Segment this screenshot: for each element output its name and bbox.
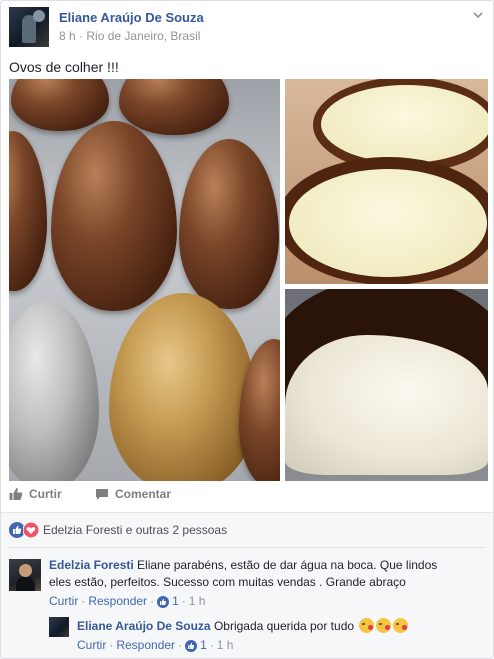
author-avatar[interactable] <box>9 7 49 47</box>
reactions-summary[interactable]: Edelzia Foresti e outras 2 pessoas <box>9 522 227 538</box>
kiss-emoji-icon <box>376 618 392 633</box>
reply-time[interactable]: 1 h <box>217 637 234 654</box>
kiss-emoji-icon <box>393 618 409 633</box>
replier-name[interactable]: Eliane Araújo De Souza <box>77 619 211 633</box>
post-photo-egg-slice[interactable] <box>285 289 488 481</box>
reply-like-link[interactable]: Curtir <box>77 637 106 654</box>
reply-text: Obrigada querida por tudo <box>213 619 355 633</box>
author-name[interactable]: Eliane Araújo De Souza <box>59 10 204 25</box>
reply-body: Eliane Araújo De Souza Obrigada querida … <box>77 618 477 654</box>
post-header: Eliane Araújo De Souza 8 h · Rio de Jane… <box>9 7 485 49</box>
comment-body: Edelzia Foresti Eliane parabéns, estão d… <box>49 557 449 610</box>
like-button[interactable]: Curtir <box>9 487 62 501</box>
like-count-icon <box>185 639 198 652</box>
post-photo-eggs-tray[interactable] <box>9 79 280 481</box>
post-actions: Curtir Comentar <box>9 483 485 509</box>
like-label: Curtir <box>29 487 62 501</box>
comment-actions: Curtir · Responder · 1 · 1 h <box>49 593 206 610</box>
chevron-down-icon[interactable] <box>471 8 485 22</box>
divider <box>9 547 485 548</box>
commenter-avatar[interactable] <box>9 559 41 591</box>
post-time[interactable]: 8 h <box>59 29 76 43</box>
commenter-name[interactable]: Edelzia Foresti <box>49 558 134 572</box>
post-location[interactable]: Rio de Janeiro, Brasil <box>86 29 200 43</box>
feedback-section: Edelzia Foresti e outras 2 pessoas Edelz… <box>1 512 493 658</box>
comment-like-link[interactable]: Curtir <box>49 593 78 610</box>
comment-like-count[interactable]: 1 <box>172 593 179 610</box>
comment-reply-link[interactable]: Responder <box>88 593 147 610</box>
thumbs-up-icon <box>9 488 23 500</box>
comment-time[interactable]: 1 h <box>189 593 206 610</box>
like-count-icon <box>157 595 170 608</box>
post-card: Eliane Araújo De Souza 8 h · Rio de Jane… <box>0 0 494 659</box>
love-reaction-icon <box>23 522 39 538</box>
kiss-emoji-icon <box>359 618 375 633</box>
post-text: Ovos de colher !!! <box>9 59 119 75</box>
meta-separator: · <box>79 29 84 43</box>
reactions-text: Edelzia Foresti e outras 2 pessoas <box>43 523 228 537</box>
post-photo-egg-halves[interactable] <box>285 79 488 284</box>
reply-like-count[interactable]: 1 <box>200 637 207 654</box>
comment-label: Comentar <box>115 487 172 501</box>
comment-icon <box>96 488 108 500</box>
comment-button[interactable]: Comentar <box>95 487 171 501</box>
replier-avatar[interactable] <box>49 617 69 637</box>
post-meta: 8 h · Rio de Janeiro, Brasil <box>59 29 200 43</box>
reply-actions: Curtir · Responder · 1 · 1 h <box>77 637 234 654</box>
reply-reply-link[interactable]: Responder <box>116 637 175 654</box>
